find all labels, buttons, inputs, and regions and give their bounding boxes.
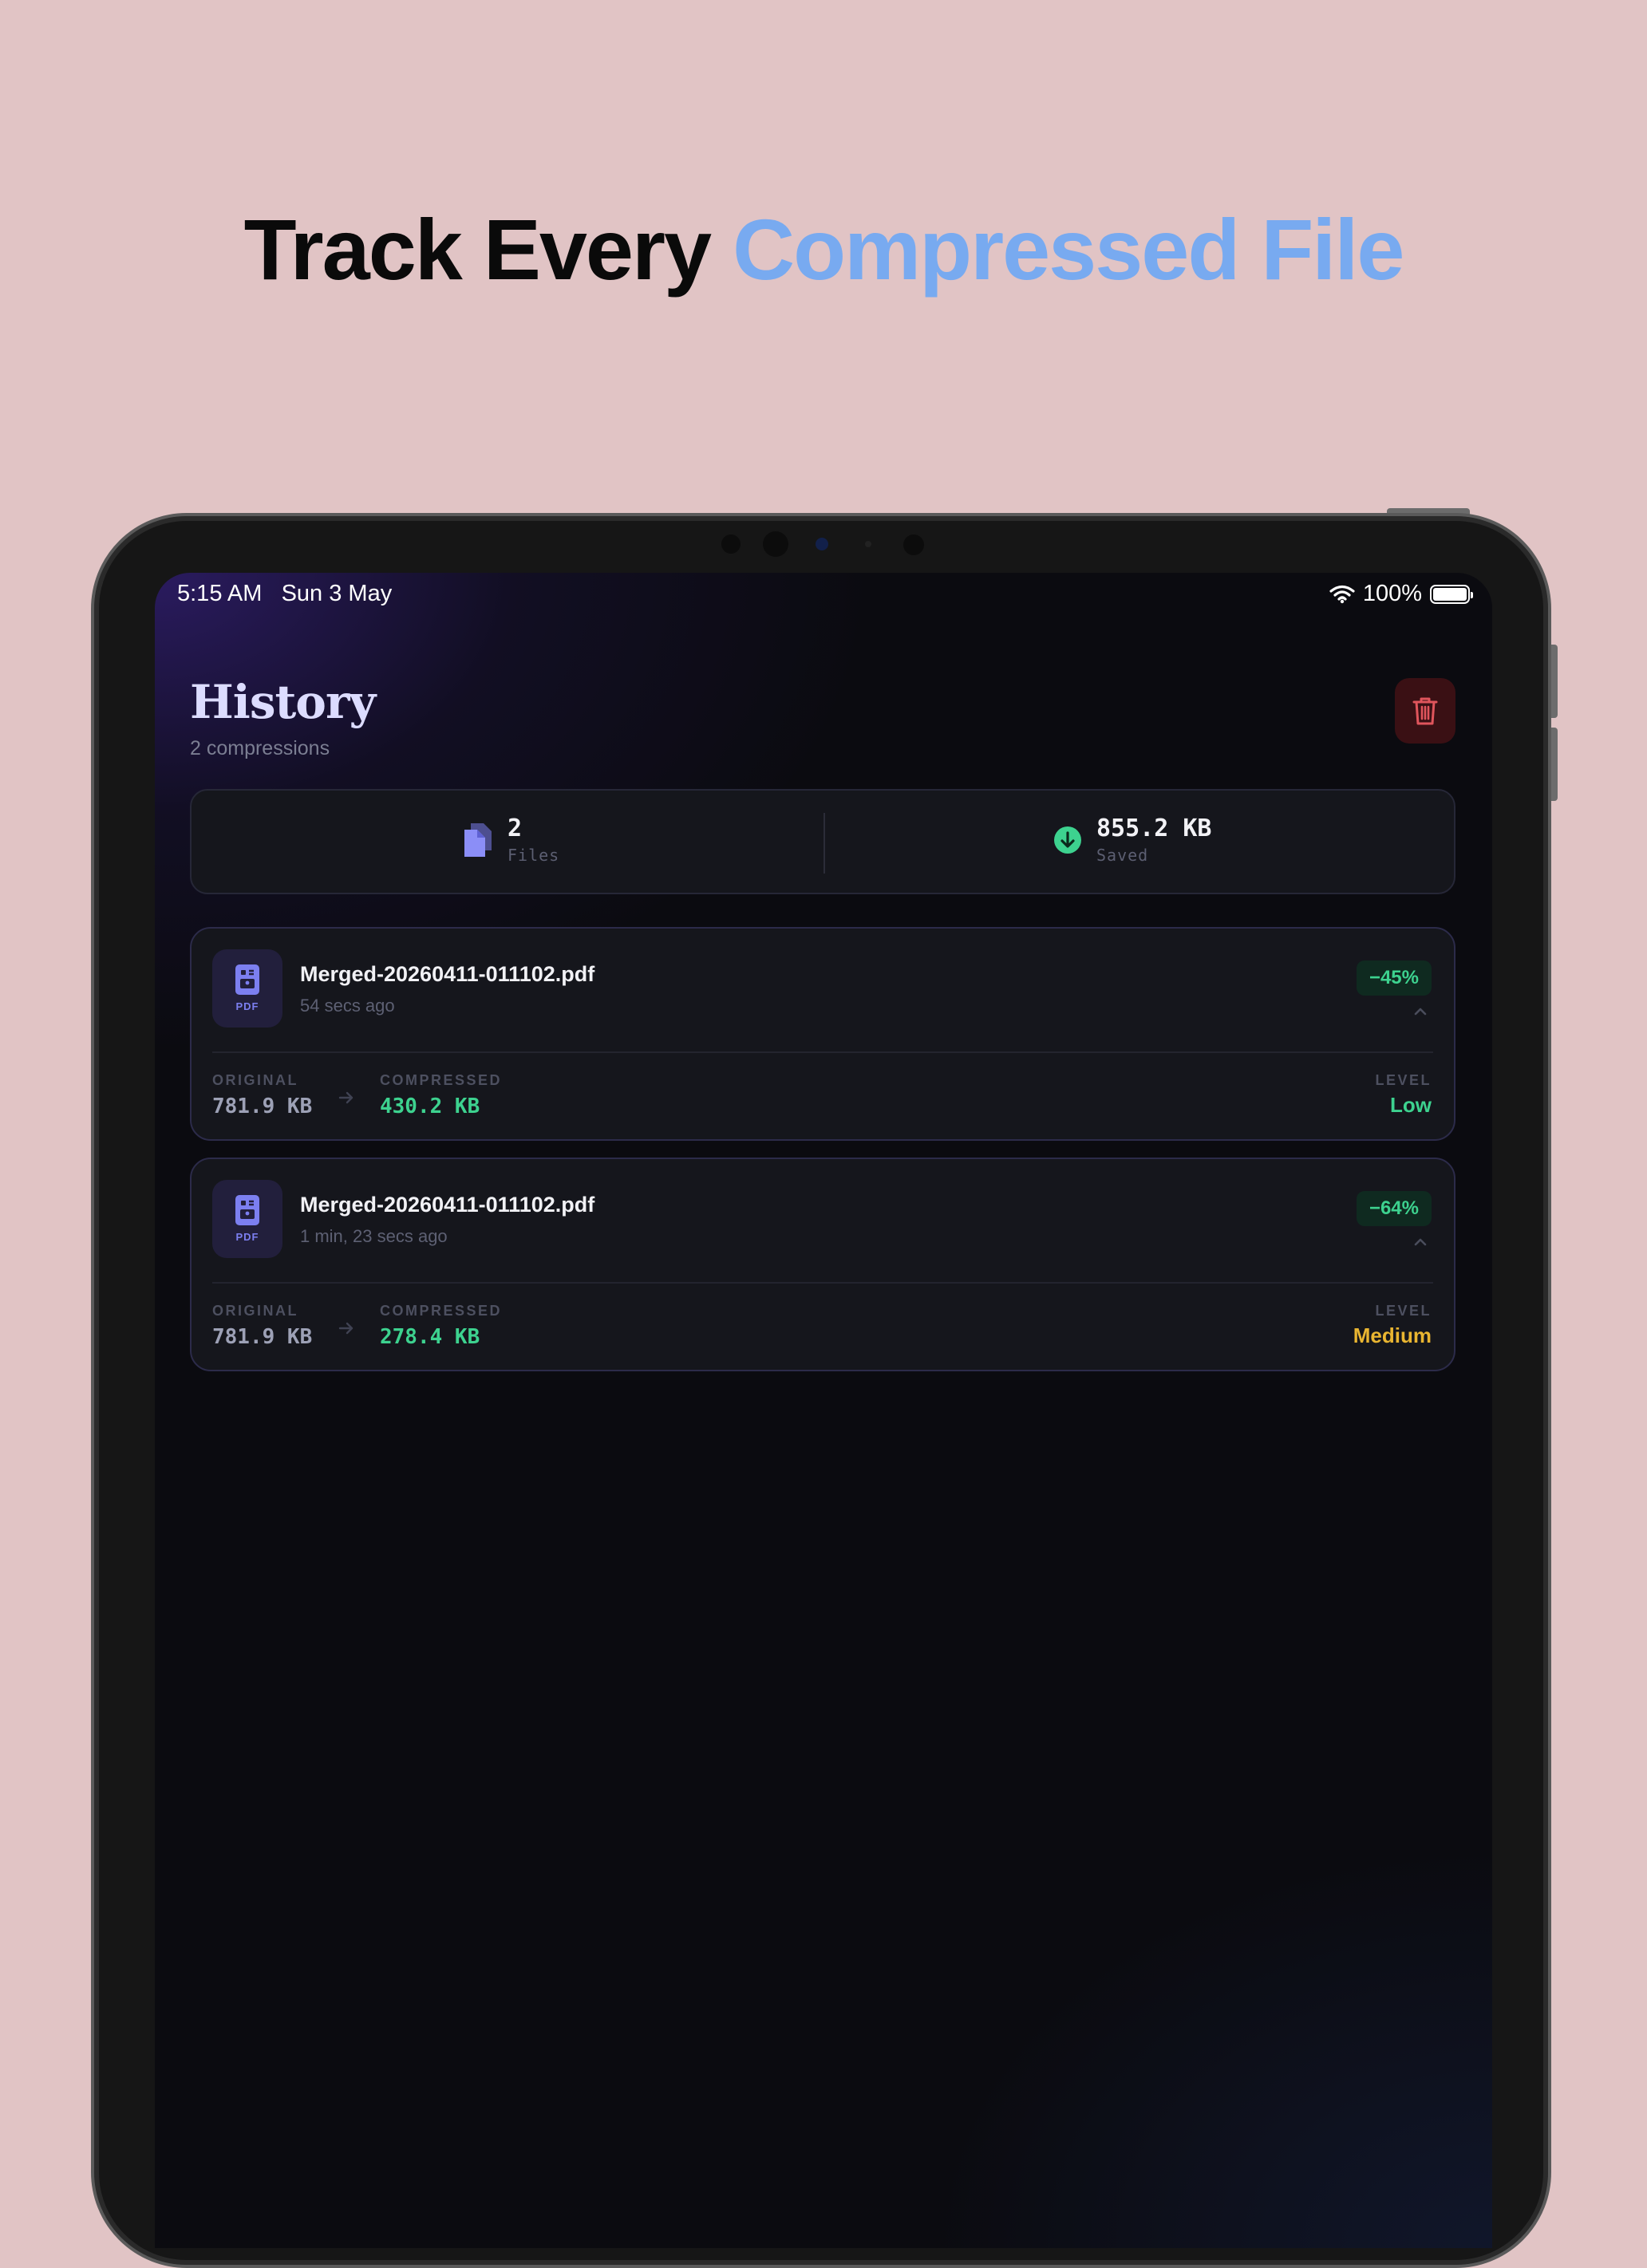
chevron-up-icon[interactable] [1411,1002,1430,1021]
history-card[interactable]: PDF Merged-20260411-011102.pdf 1 min, 23… [190,1158,1455,1371]
level-label: LEVEL [1375,1072,1432,1088]
original-label: ORIGINAL [212,1303,298,1319]
status-time: 5:15 AM [177,581,263,606]
card-divider [212,1282,1433,1284]
level-label: LEVEL [1375,1303,1432,1319]
files-count: 2 [508,815,523,842]
file-name: Merged-20260411-011102.pdf [300,962,595,986]
compression-level: Medium [1353,1323,1432,1347]
status-indicators: 100% [1329,581,1473,607]
original-size: 781.9 KB [212,1095,313,1118]
download-circle-icon [1054,826,1081,854]
original-size: 781.9 KB [212,1325,313,1349]
compression-count: 2 compressions [190,737,330,759]
compressed-size: 278.4 KB [380,1325,480,1349]
file-type-label: PDF [235,1000,259,1012]
app-screen: 5:15 AM Sun 3 May 100% History 2 compres… [155,573,1492,2248]
marketing-headline: Track Every Compressed File [0,198,1647,302]
file-name: Merged-20260411-011102.pdf [300,1193,595,1217]
summary-stats: 2 Files 855.2 KB Saved [190,789,1455,894]
compressed-label: COMPRESSED [380,1303,503,1319]
original-label: ORIGINAL [212,1072,298,1088]
history-card[interactable]: PDF Merged-20260411-011102.pdf 54 secs a… [190,927,1455,1141]
compression-level: Low [1390,1093,1432,1117]
wifi-icon [1329,585,1355,603]
card-divider [212,1051,1433,1053]
pdf-file-icon: PDF [212,949,282,1028]
documents-icon [464,822,492,857]
stats-divider [824,813,825,874]
trash-icon [1412,697,1438,725]
arrow-right-icon [338,1091,353,1104]
reduction-badge: −64% [1356,1191,1432,1226]
status-date: Sun 3 May [281,581,393,606]
pdf-file-icon: PDF [212,1180,282,1258]
clear-history-button[interactable] [1395,678,1455,744]
stat-files: 2 Files [463,815,559,865]
status-time-date: 5:15 AM Sun 3 May [177,581,392,607]
page-title: History [190,675,376,729]
reduction-badge: −45% [1356,960,1432,996]
battery-icon [1430,584,1473,604]
file-time: 1 min, 23 secs ago [300,1226,448,1246]
headline-part1: Track Every [243,201,733,298]
compressed-label: COMPRESSED [380,1072,503,1088]
saved-amount: 855.2 KB [1096,815,1212,842]
chevron-up-icon[interactable] [1411,1233,1430,1252]
file-time: 54 secs ago [300,996,395,1016]
headline-accent: Compressed File [733,201,1404,298]
file-type-label: PDF [235,1231,259,1243]
arrow-right-icon [338,1322,353,1335]
files-label: Files [508,846,560,865]
status-bar: 5:15 AM Sun 3 May 100% [155,573,1492,613]
camera-housing [0,530,1647,558]
compressed-size: 430.2 KB [380,1095,480,1118]
saved-label: Saved [1096,846,1149,865]
stat-saved: 855.2 KB Saved [1053,815,1212,865]
battery-percent: 100% [1362,581,1422,606]
